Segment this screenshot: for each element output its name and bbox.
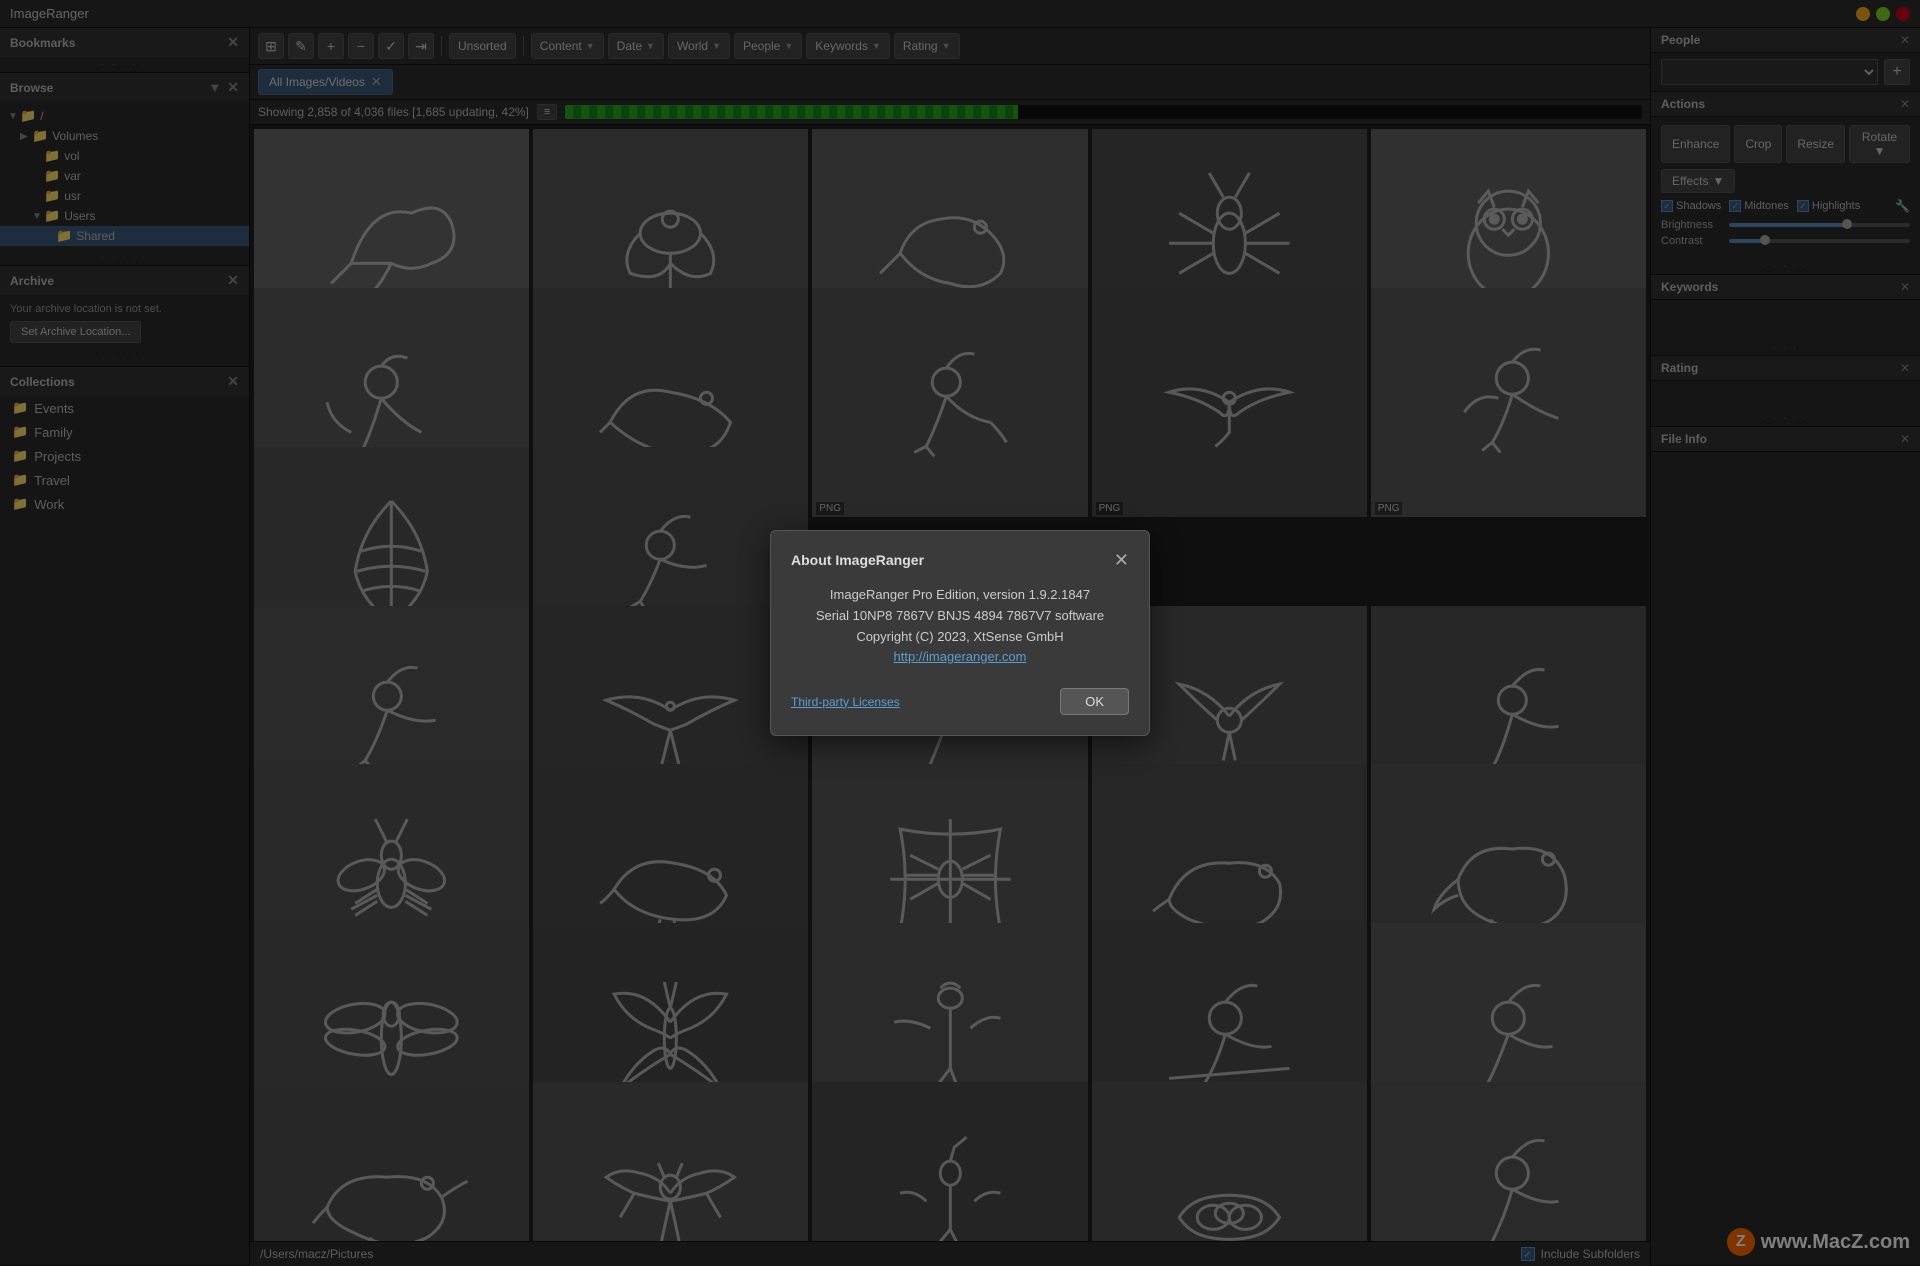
modal-overlay[interactable]: About ImageRanger ✕ ImageRanger Pro Edit…: [0, 0, 1920, 1266]
modal-line1: ImageRanger Pro Edition, version 1.9.2.1…: [791, 585, 1129, 606]
about-dialog: About ImageRanger ✕ ImageRanger Pro Edit…: [770, 530, 1150, 736]
modal-ok-button[interactable]: OK: [1060, 688, 1129, 715]
modal-title-bar: About ImageRanger ✕: [791, 551, 1129, 569]
modal-line3: Copyright (C) 2023, XtSense GmbH: [791, 627, 1129, 648]
third-party-licenses-button[interactable]: Third-party Licenses: [791, 695, 900, 709]
modal-website-link[interactable]: http://imageranger.com: [894, 649, 1027, 664]
modal-line2: Serial 10NP8 7867V BNJS 4894 7867V7 soft…: [791, 606, 1129, 627]
modal-close-button[interactable]: ✕: [1114, 551, 1129, 569]
modal-footer: Third-party Licenses OK: [791, 688, 1129, 715]
modal-body: ImageRanger Pro Edition, version 1.9.2.1…: [791, 585, 1129, 668]
modal-title: About ImageRanger: [791, 552, 924, 568]
